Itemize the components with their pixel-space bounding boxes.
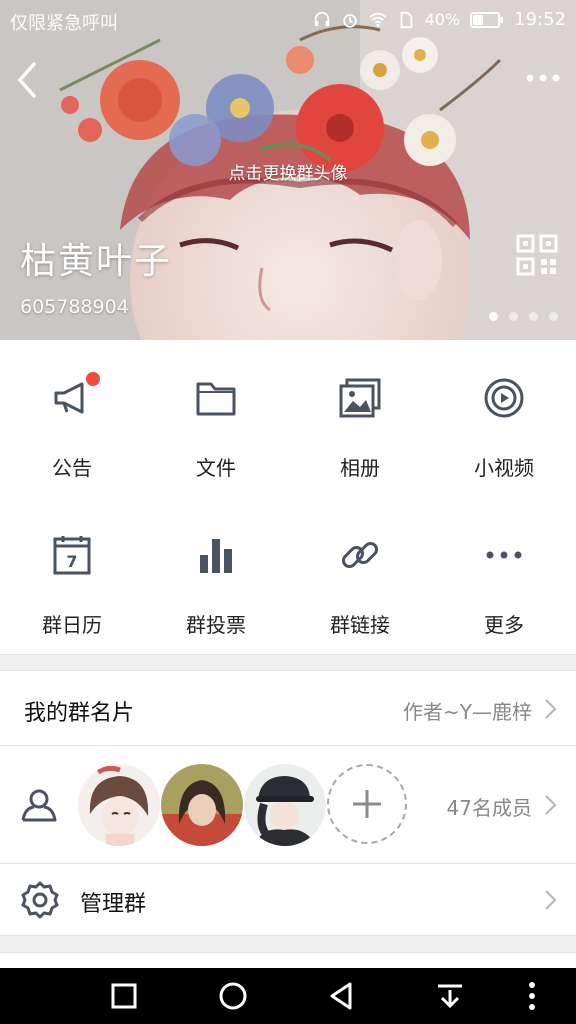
qr-code-icon[interactable] — [516, 234, 558, 276]
battery-percent: 40% — [424, 10, 461, 29]
member-avatar[interactable] — [244, 764, 326, 846]
feature-vote[interactable]: 群投票 — [144, 497, 288, 654]
member-avatar[interactable] — [78, 764, 160, 846]
clock: 19:52 — [514, 9, 566, 30]
feature-calendar[interactable]: 7 群日历 — [0, 497, 144, 654]
status-bar: 仅限紧急呼叫 40% 19:52 — [0, 0, 576, 38]
group-cover-header[interactable]: 仅限紧急呼叫 40% 19:52 点击更换群头像 枯黄叶子 605788904 — [0, 0, 576, 340]
members-count: 47名成员 — [446, 796, 532, 820]
calendar-icon: 7 — [53, 536, 91, 575]
video-icon — [484, 378, 524, 418]
alarm-icon — [342, 13, 357, 28]
headset-icon — [314, 11, 329, 26]
home-button[interactable] — [215, 978, 251, 1014]
change-avatar-hint[interactable]: 点击更换群头像 — [0, 159, 576, 184]
section-divider — [0, 654, 576, 670]
members-icon — [21, 789, 57, 822]
feature-label: 群投票 — [186, 613, 246, 637]
sim-icon — [400, 11, 412, 28]
feature-label: 更多 — [484, 613, 524, 637]
page-dot — [529, 312, 538, 321]
group-profile-screen: 仅限紧急呼叫 40% 19:52 点击更换群头像 枯黄叶子 605788904 — [0, 0, 576, 1024]
feature-label: 小视频 — [474, 456, 534, 480]
album-icon — [339, 378, 381, 418]
bar-chart-icon — [200, 539, 232, 573]
feature-short-video[interactable]: 小视频 — [432, 340, 576, 497]
next-row-edge — [0, 952, 576, 968]
feature-announcement[interactable]: 公告 — [0, 340, 144, 497]
chevron-right-icon — [545, 795, 557, 815]
page-dot — [549, 312, 558, 321]
chevron-right-icon — [545, 699, 557, 719]
recent-apps-button[interactable] — [106, 978, 142, 1014]
status-icons: 40% 19:52 — [313, 9, 566, 30]
battery-icon — [470, 11, 504, 28]
group-name: 枯黄叶子 — [20, 241, 173, 282]
page-dot — [509, 312, 518, 321]
back-button[interactable] — [12, 60, 42, 100]
feature-label: 相册 — [340, 456, 380, 480]
member-avatar[interactable] — [161, 764, 243, 846]
notification-pull-down-button[interactable] — [432, 978, 468, 1014]
feature-album[interactable]: 相册 — [288, 340, 432, 497]
feature-label: 群链接 — [330, 613, 390, 637]
more-options-button[interactable] — [524, 64, 562, 92]
feature-label: 文件 — [196, 456, 236, 480]
more-menu-button[interactable] — [514, 978, 550, 1014]
my-group-card-title: 我的群名片 — [24, 701, 135, 726]
chevron-right-icon — [545, 890, 557, 910]
folder-icon — [196, 382, 236, 416]
feature-link[interactable]: 群链接 — [288, 497, 432, 654]
group-id: 605788904 — [20, 296, 129, 318]
link-icon — [341, 541, 379, 569]
plus-icon — [353, 790, 381, 818]
announcement-badge — [86, 372, 100, 386]
more-dots-icon — [486, 551, 522, 559]
cover-page-indicator — [489, 312, 558, 321]
wifi-icon — [368, 12, 387, 27]
calendar-day: 7 — [66, 552, 77, 571]
members-row[interactable]: 47名成员 — [0, 746, 576, 864]
feature-label: 公告 — [52, 456, 92, 480]
my-group-card-value: 作者~Y—鹿梓 — [403, 700, 532, 724]
back-nav-button[interactable] — [324, 978, 360, 1014]
section-divider — [0, 936, 576, 968]
carrier-text: 仅限紧急呼叫 — [10, 13, 118, 34]
manage-group-row[interactable]: 管理群 — [0, 864, 576, 936]
my-group-card-row[interactable]: 我的群名片 作者~Y—鹿梓 — [0, 670, 576, 746]
feature-grid: 公告 文件 相册 小视频 7 群日历 群投票 群链接 更多 — [0, 340, 576, 654]
feature-label: 群日历 — [42, 613, 102, 637]
feature-more[interactable]: 更多 — [432, 497, 576, 654]
system-navigation-bar — [0, 968, 576, 1024]
gear-icon — [21, 881, 59, 919]
add-member-button[interactable] — [327, 764, 407, 844]
feature-files[interactable]: 文件 — [144, 340, 288, 497]
manage-group-title: 管理群 — [80, 892, 147, 917]
page-dot — [489, 312, 498, 321]
